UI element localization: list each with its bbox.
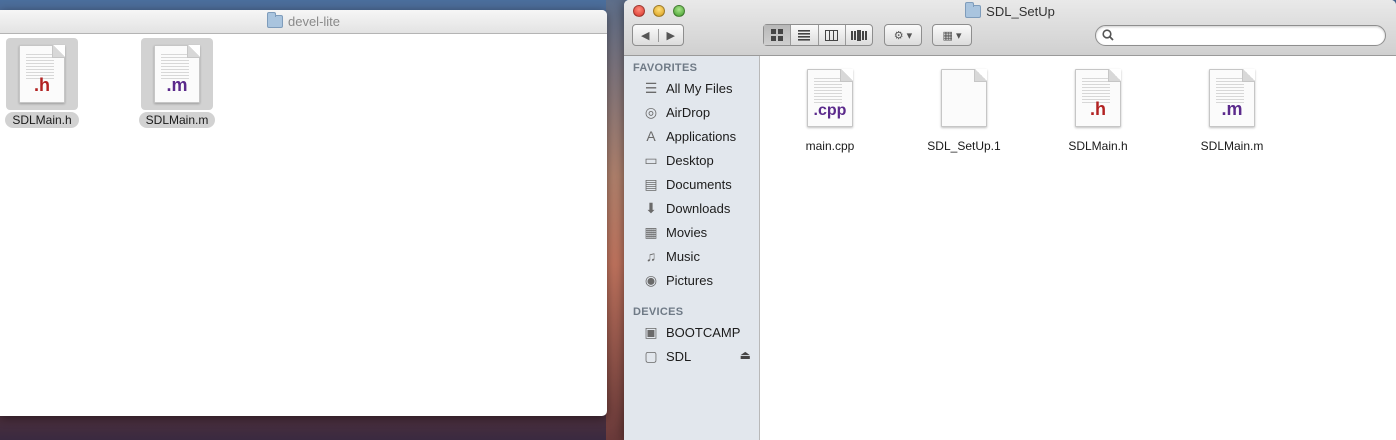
sidebar: FAVORITES ☰ All My Files ◎ AirDrop A App…	[624, 56, 760, 440]
movies-icon: ▦	[644, 223, 658, 240]
file-thumbnail[interactable]: .m	[141, 38, 213, 110]
folder-icon	[965, 2, 982, 18]
gear-icon: ⚙ ▾	[893, 29, 913, 42]
file-extension-label: .h	[34, 75, 50, 95]
sidebar-item-label: All My Files	[666, 80, 733, 96]
file-thumbnail[interactable]: .m	[1196, 62, 1268, 134]
file-thumbnail[interactable]	[928, 62, 1000, 134]
window-title: SDL_SetUp	[986, 4, 1055, 19]
sidebar-item-all-my-files[interactable]: ☰ All My Files	[624, 76, 759, 100]
sidebar-item-label: Music	[666, 248, 700, 264]
cpp-source-file-icon: .cpp	[807, 69, 853, 127]
file-item-sdlmain-m[interactable]: .m SDLMain.m	[1177, 62, 1287, 155]
view-icons-icon	[771, 29, 784, 41]
window-titlebar[interactable]: SDL_SetUp	[624, 2, 1396, 19]
file-extension-label: .h	[1090, 99, 1106, 119]
desktop-icon: ▭	[644, 151, 658, 168]
view-columns-button[interactable]	[817, 25, 845, 45]
file-name[interactable]: SDLMain.m	[1194, 138, 1271, 154]
header-file-icon: .h	[1075, 69, 1121, 127]
sidebar-item-pictures[interactable]: ◉ Pictures	[624, 268, 759, 292]
eject-icon[interactable]: ⏏	[740, 348, 751, 362]
view-icons-button[interactable]	[764, 25, 791, 45]
file-name[interactable]: SDLMain.h	[1061, 138, 1134, 154]
applications-icon: A	[646, 128, 656, 144]
window-title: devel-lite	[287, 14, 341, 29]
sidebar-item-label: SDL	[666, 348, 692, 364]
view-columns-icon	[825, 29, 839, 41]
file-item-sdlmain-h[interactable]: .h SDLMain.h	[0, 38, 84, 129]
file-thumbnail[interactable]: .h	[1062, 62, 1134, 134]
file-item-sdlmain-m[interactable]: .m SDLMain.m	[135, 38, 219, 129]
view-coverflow-button[interactable]	[844, 25, 872, 45]
sidebar-item-airdrop[interactable]: ◎ AirDrop	[624, 100, 759, 124]
music-icon: ♫	[645, 248, 657, 264]
airdrop-icon: ◎	[644, 103, 658, 120]
sidebar-item-label: Pictures	[666, 272, 713, 288]
sidebar-item-label: BOOTCAMP	[666, 324, 741, 340]
search-field[interactable]	[1095, 25, 1386, 46]
window-titlebar[interactable]: devel-lite	[0, 10, 607, 34]
pictures-icon: ◉	[644, 271, 658, 288]
file-name[interactable]: SDL_SetUp.1	[920, 138, 1007, 154]
finder-window-devel-lite: devel-lite .h SDLMain.h .m SDLMain.m	[0, 10, 607, 416]
sidebar-item-bootcamp[interactable]: ▣ BOOTCAMP	[624, 320, 759, 344]
sidebar-item-label: Documents	[666, 176, 732, 192]
objc-source-file-icon: .m	[1209, 69, 1255, 127]
action-menu-button[interactable]: ⚙ ▾	[884, 24, 922, 46]
file-icon-grid: .h SDLMain.h .m SDLMain.m	[0, 34, 607, 416]
sidebar-item-label: Downloads	[666, 200, 731, 216]
finder-window-sdl-setup: SDL_SetUp ◀ ▶ ⚙ ▾ ▦ ▾ FAVORITES ☰ All My…	[624, 0, 1396, 440]
downloads-icon: ⬇	[645, 199, 657, 216]
documents-icon: ▤	[644, 175, 658, 192]
view-coverflow-icon	[850, 29, 867, 41]
back-forward-control: ◀ ▶	[632, 24, 684, 46]
view-list-button[interactable]	[790, 25, 817, 45]
file-name[interactable]: SDLMain.m	[138, 112, 216, 128]
sidebar-item-sdl[interactable]: ▢ SDL ⏏	[624, 344, 759, 368]
view-list-icon	[798, 29, 811, 41]
file-item-sdlmain-h[interactable]: .h SDLMain.h	[1043, 62, 1153, 155]
sidebar-item-music[interactable]: ♫ Music	[624, 244, 759, 268]
sidebar-item-desktop[interactable]: ▭ Desktop	[624, 148, 759, 172]
file-item-sdl-setup-1[interactable]: SDL_SetUp.1	[909, 62, 1019, 155]
file-extension-label: .cpp	[813, 102, 847, 119]
view-mode-control	[763, 24, 873, 46]
file-name[interactable]: main.cpp	[799, 138, 862, 154]
header-file-icon: .h	[19, 45, 65, 103]
sidebar-header-devices: DEVICES	[633, 306, 684, 318]
sidebar-item-label: Applications	[666, 128, 737, 144]
back-button[interactable]: ◀	[633, 29, 658, 42]
generic-document-icon	[941, 69, 987, 127]
sidebar-item-label: AirDrop	[666, 104, 711, 120]
all-files-icon: ☰	[644, 79, 658, 96]
file-extension-label: .m	[166, 75, 188, 95]
file-extension-label: .m	[1221, 99, 1243, 119]
disk-image-icon: ▢	[644, 347, 658, 364]
sidebar-item-label: Desktop	[666, 152, 714, 168]
sidebar-item-downloads[interactable]: ⬇ Downloads	[624, 196, 759, 220]
window-toolbar: SDL_SetUp ◀ ▶ ⚙ ▾ ▦ ▾	[624, 0, 1396, 56]
sidebar-item-label: Movies	[666, 224, 708, 240]
sidebar-item-movies[interactable]: ▦ Movies	[624, 220, 759, 244]
objc-source-file-icon: .m	[154, 45, 200, 103]
arrange-menu-button[interactable]: ▦ ▾	[932, 24, 972, 46]
file-thumbnail[interactable]: .cpp	[794, 62, 866, 134]
file-item-main-cpp[interactable]: .cpp main.cpp	[775, 62, 885, 155]
desktop-background	[606, 0, 626, 440]
arrange-icon: ▦ ▾	[942, 29, 962, 42]
sidebar-header-favorites: FAVORITES	[633, 62, 698, 74]
search-icon	[1102, 29, 1114, 41]
file-name[interactable]: SDLMain.h	[5, 112, 79, 128]
file-thumbnail[interactable]: .h	[6, 38, 78, 110]
folder-icon	[266, 12, 283, 28]
forward-button[interactable]: ▶	[657, 28, 684, 42]
file-icon-grid: .cpp main.cpp SDL_SetUp.1 .h SDLMain.h .…	[761, 56, 1396, 440]
hard-drive-icon: ▣	[644, 323, 658, 340]
sidebar-item-applications[interactable]: A Applications	[624, 124, 759, 148]
sidebar-item-documents[interactable]: ▤ Documents	[624, 172, 759, 196]
